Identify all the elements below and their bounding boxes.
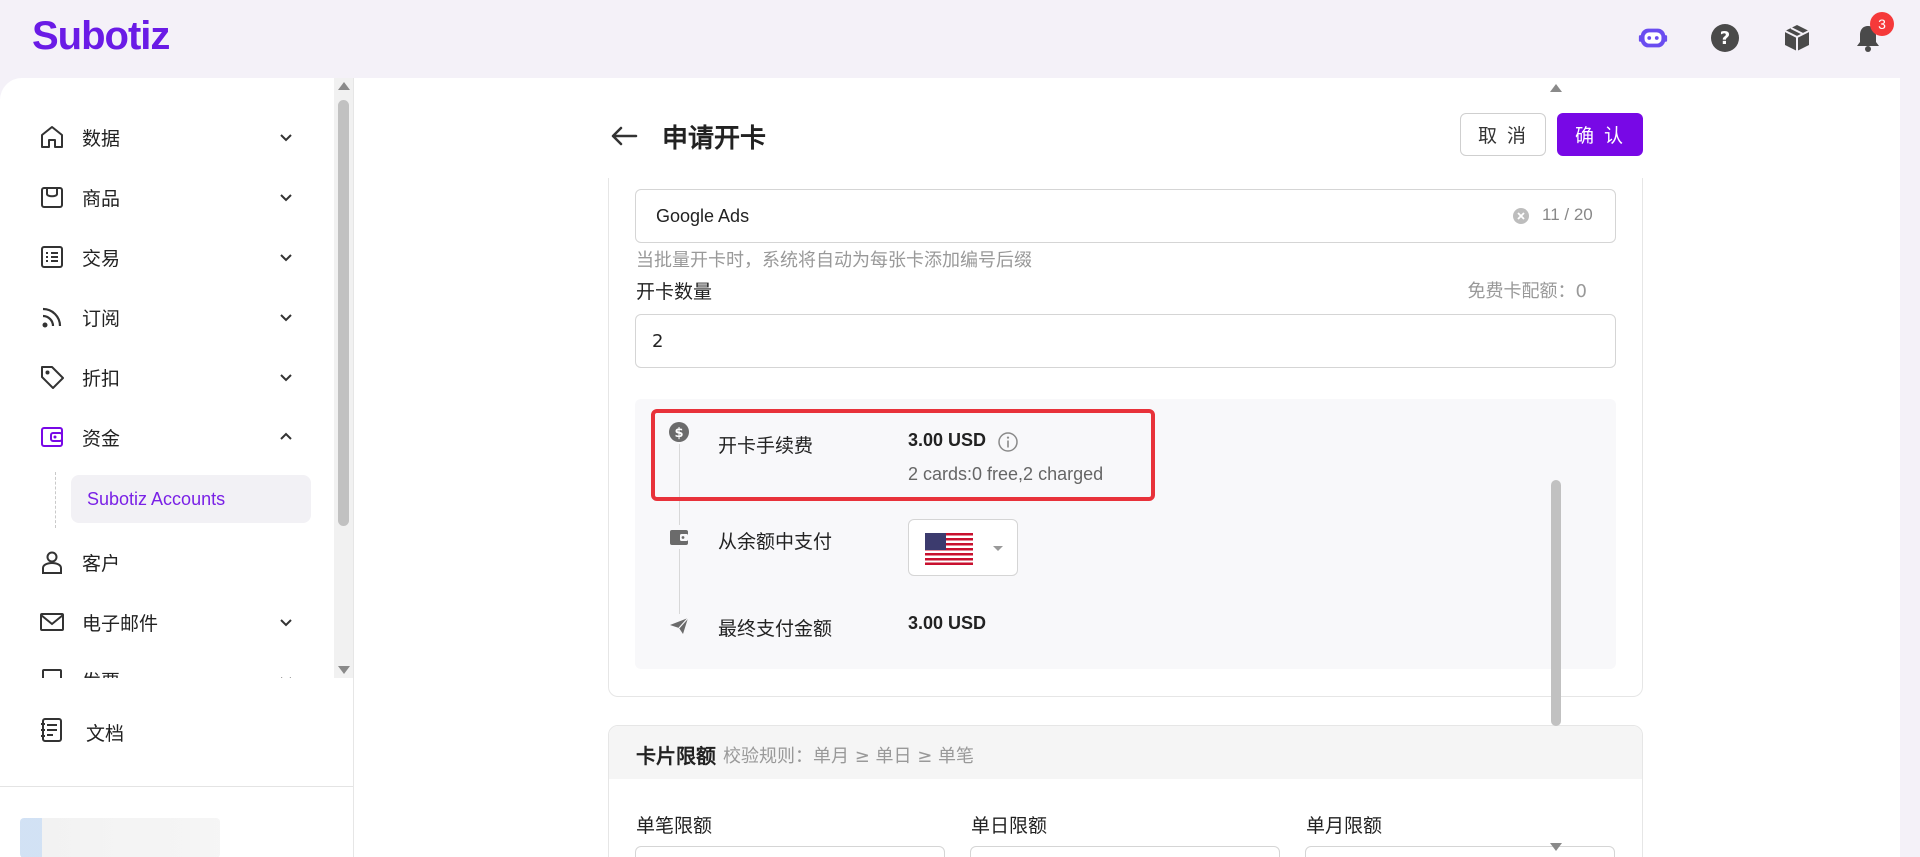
tag-icon [38,363,66,391]
help-icon[interactable]: ? [1709,22,1741,54]
main-content: 申请开卡 取 消 确 认 Google Ads 11 / 20 当批量开卡时，系… [354,78,1900,857]
docs-label: 文档 [86,722,125,745]
user-account-blurred[interactable] [20,818,220,857]
user-icon [38,548,66,576]
monthly-limit-label: 单月限额 [1306,815,1383,837]
final-amount-label: 最终支付金额 [718,618,833,640]
home-icon [38,123,66,151]
daily-limit-label: 单日限额 [971,815,1048,837]
brand-logo[interactable]: Subotiz [32,14,170,59]
bell-icon[interactable]: 3 [1852,12,1894,54]
scrollbar-thumb[interactable] [338,100,349,526]
chevron-down-icon [280,619,292,627]
sidebar-item-label: 电子邮件 [82,612,159,635]
per-transaction-limit-input[interactable] [635,846,945,857]
top-bar: Subotiz ? 3 [0,0,1920,78]
confirm-button[interactable]: 确 认 [1557,113,1643,156]
sidebar-divider [0,786,353,787]
wallet-icon [38,423,66,451]
sidebar-item-label: 资金 [82,427,121,450]
sidebar-subitem-subotiz-accounts[interactable]: Subotiz Accounts [71,475,311,523]
currency-select[interactable] [908,519,1018,576]
sidebar-nav: 数据 商品 交易 订阅 折扣 资金 Subotiz Accounts 客户 电子… [0,78,334,678]
chevron-down-icon [280,254,292,262]
scroll-down-arrow[interactable] [1550,843,1562,851]
sidebar-item-customers[interactable]: 客户 [38,538,318,586]
chevron-down-icon [993,546,1003,551]
assistant-bot-icon[interactable] [1637,22,1669,54]
notification-badge: 3 [1870,12,1894,36]
card-name-input[interactable]: Google Ads [635,189,1616,243]
invoice-icon [38,666,66,678]
sidebar-item-label: 客户 [82,552,121,575]
final-amount-value: 3.00 USD [908,613,987,633]
sidebar-item-label: 折扣 [82,367,121,390]
scrollbar-thumb[interactable] [1551,480,1561,726]
chevron-down-icon [281,677,291,678]
scroll-up-arrow[interactable] [338,82,350,90]
sidebar-item-email[interactable]: 电子邮件 [38,598,318,646]
chevron-up-icon [280,432,292,440]
page-title: 申请开卡 [662,124,767,154]
list-icon [38,243,66,271]
card-limits-rule: 校验规则：单月 ≥ 单日 ≥ 单笔 [723,746,975,767]
per-transaction-limit-label: 单笔限额 [636,815,713,837]
chevron-down-icon [280,314,292,322]
monthly-limit-input[interactable] [1305,846,1615,857]
fee-highlight-box [651,409,1155,501]
rss-icon [38,303,66,331]
submenu-guide-line [55,472,56,528]
clear-input-icon[interactable] [1512,207,1530,225]
card-limits-section: 卡片限额 校验规则：单月 ≥ 单日 ≥ 单笔 [608,725,1643,857]
daily-limit-input[interactable] [970,846,1280,857]
wallet-icon [667,525,691,549]
scroll-up-arrow[interactable] [1550,84,1562,92]
mail-icon [38,608,66,636]
chevron-down-icon [280,194,292,202]
card-limits-header: 卡片限额 校验规则：单月 ≥ 单日 ≥ 单笔 [609,726,1642,779]
sidebar-item-transactions[interactable]: 交易 [38,233,318,281]
send-plane-icon [667,614,691,638]
sidebar-scrollbar[interactable] [334,78,353,678]
sidebar-item-subscriptions[interactable]: 订阅 [38,293,318,341]
card-limits-title: 卡片限额 [636,744,716,768]
package-icon[interactable] [1781,22,1813,54]
sidebar-item-funds[interactable]: 资金 [38,413,318,461]
us-flag-icon [925,533,973,565]
sidebar-item-label: 发票 [82,667,120,679]
sidebar-item-label: 数据 [82,127,121,150]
chevron-down-icon [280,134,292,142]
card-name-hint: 当批量开卡时，系统将自动为每张卡添加编号后缀 [636,250,1032,271]
sidebar-item-label: 商品 [82,187,121,210]
sidebar: 数据 商品 交易 订阅 折扣 资金 Subotiz Accounts 客户 电子… [0,78,354,857]
sidebar-item-docs[interactable]: 文档 [38,708,124,756]
main-scrollbar[interactable] [1546,78,1566,857]
cancel-button[interactable]: 取 消 [1460,113,1546,156]
svg-text:?: ? [1720,28,1730,49]
sidebar-item-invoices[interactable]: 发票 [38,656,318,678]
shop-icon [38,183,66,211]
free-quota-text: 免费卡配额：0 [1467,281,1587,302]
sidebar-item-data[interactable]: 数据 [38,113,318,161]
sidebar-item-label: 交易 [82,247,121,270]
pay-from-balance-label: 从余额中支付 [718,531,833,553]
back-arrow-icon[interactable] [608,120,640,152]
docs-icon [38,716,66,748]
sidebar-item-label: 订阅 [82,307,121,330]
sidebar-item-products[interactable]: 商品 [38,173,318,221]
quantity-input[interactable]: 2 [635,314,1616,368]
quantity-label: 开卡数量 [636,281,713,303]
sidebar-item-discounts[interactable]: 折扣 [38,353,318,401]
chevron-down-icon [280,374,292,382]
scroll-down-arrow[interactable] [338,666,350,674]
